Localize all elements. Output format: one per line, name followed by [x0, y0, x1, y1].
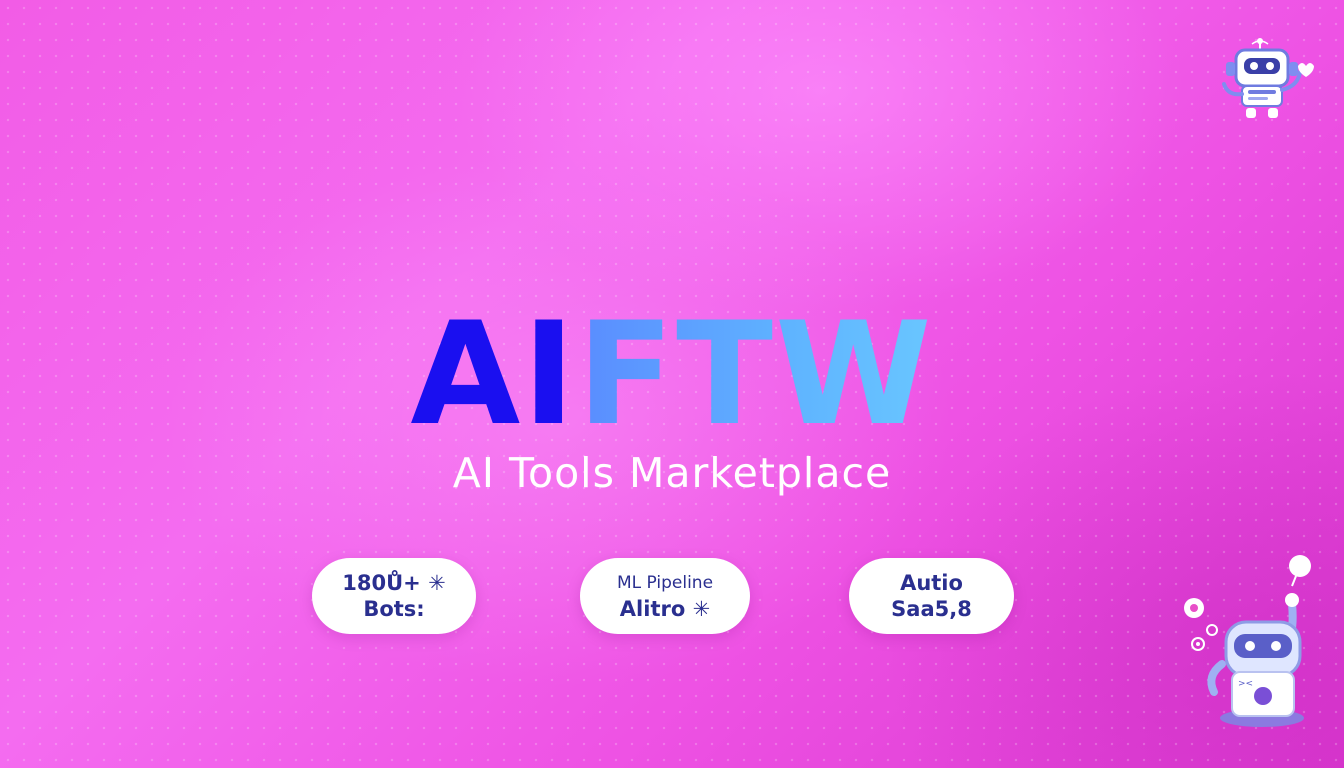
- badge-bots-line2: Bots:: [363, 596, 425, 621]
- robot-mascot-icon: ><: [1184, 555, 1311, 727]
- badge-ml-pipeline-line2: Alitro ✳: [619, 596, 711, 621]
- badge-bots-line1: 180Ů+ ✳: [342, 570, 446, 595]
- badge-autio[interactable]: Autio Saa5,8: [849, 558, 1014, 634]
- svg-text:><: ><: [1238, 679, 1253, 689]
- badge-bots[interactable]: 180Ů+ ✳ Bots:: [312, 558, 476, 634]
- logo-ai: AI: [410, 292, 578, 457]
- hero-banner: AIFTW AI Tools Marketplace 180Ů+ ✳ Bots:…: [0, 0, 1344, 768]
- logo-ftw: FTW: [577, 292, 934, 457]
- badge-ml-pipeline-line1: ML Pipeline: [616, 572, 714, 593]
- robot-icon: [1222, 38, 1314, 118]
- badge-ml-pipeline[interactable]: ML Pipeline Alitro ✳: [580, 558, 750, 634]
- badge-autio-line1: Autio: [900, 570, 963, 595]
- tagline: AI Tools Marketplace: [452, 449, 892, 497]
- badge-autio-line2: Saa5,8: [891, 596, 972, 621]
- logo-wordmark: AIFTW: [0, 300, 1344, 450]
